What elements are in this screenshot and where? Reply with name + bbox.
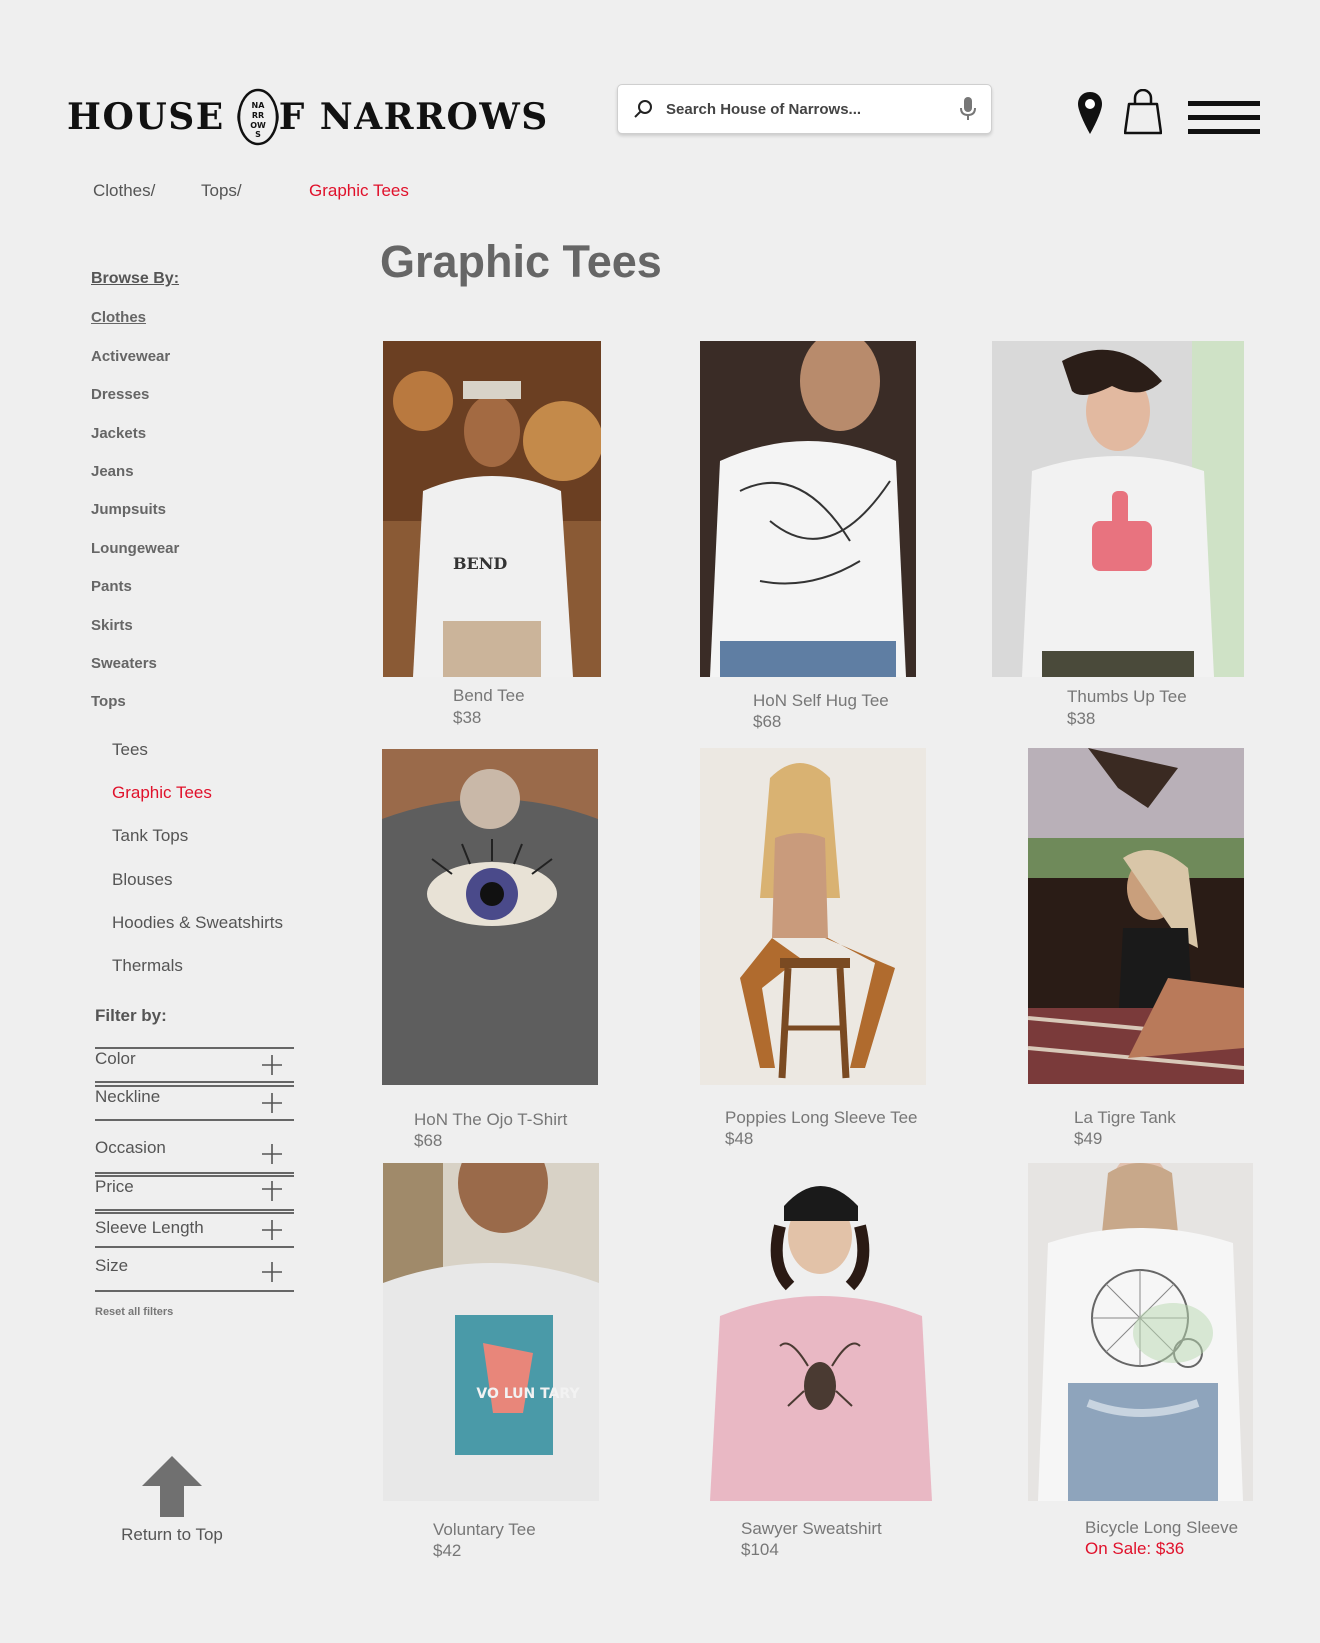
filter-size[interactable]: Size — [95, 1256, 294, 1292]
product-image-poppies-long-sleeve-tee[interactable] — [700, 748, 926, 1085]
product-name[interactable]: Voluntary Tee — [433, 1520, 536, 1540]
product-name[interactable]: HoN The Ojo T-Shirt — [414, 1110, 567, 1130]
filter-label: Neckline — [95, 1087, 161, 1106]
product-price: $68 — [753, 712, 782, 731]
product-name[interactable]: Poppies Long Sleeve Tee — [725, 1108, 918, 1128]
filter-label: Occasion — [95, 1138, 166, 1157]
logo-word-right: F NARROWS — [278, 96, 549, 138]
filter-label: Sleeve Length — [95, 1218, 204, 1237]
sidebar-subitem-hoodies[interactable]: Hoodies & Sweatshirts — [112, 913, 283, 933]
plus-icon[interactable] — [260, 1091, 284, 1120]
product-name[interactable]: Bend Tee — [453, 686, 525, 706]
sidebar-item-activewear[interactable]: Activewear — [91, 348, 170, 365]
product-graphic-text: BEND — [453, 554, 507, 573]
product-image-la-tigre-tank[interactable] — [1028, 748, 1244, 1084]
breadcrumb-clothes[interactable]: Clothes/ — [93, 181, 155, 201]
sidebar-item-clothes[interactable]: Clothes — [91, 309, 146, 326]
filter-label: Size — [95, 1256, 129, 1275]
search-bar[interactable] — [617, 84, 992, 134]
sidebar-item-skirts[interactable]: Skirts — [91, 617, 133, 634]
breadcrumb-tops[interactable]: Tops/ — [201, 181, 242, 201]
browse-by-label: Browse By: — [91, 270, 180, 287]
plus-icon[interactable] — [260, 1218, 284, 1247]
product-name[interactable]: La Tigre Tank — [1074, 1108, 1176, 1128]
shopping-bag-icon[interactable] — [1123, 88, 1163, 140]
product-price: $49 — [1074, 1129, 1103, 1148]
filter-by-label: Filter by: — [95, 1006, 167, 1025]
sidebar-item-jeans[interactable]: Jeans — [91, 463, 134, 480]
filter-color[interactable]: Color — [95, 1047, 294, 1083]
brand-logo[interactable]: HOUSE NA RR OW S F NARROWS — [67, 84, 549, 150]
filter-label: Price — [95, 1177, 134, 1196]
plus-icon[interactable] — [260, 1142, 284, 1171]
filter-label: Color — [95, 1049, 136, 1068]
product-price-sale: On Sale: $36 — [1085, 1539, 1185, 1558]
product-image-bicycle-long-sleeve[interactable] — [1028, 1163, 1253, 1501]
page-title: Graphic Tees — [380, 236, 662, 287]
sidebar-item-loungewear[interactable]: Loungewear — [91, 540, 179, 557]
plus-icon[interactable] — [260, 1181, 284, 1210]
product-price: $68 — [414, 1131, 443, 1150]
reset-filters-link[interactable]: Reset all filters — [95, 1306, 173, 1318]
sidebar-item-pants[interactable]: Pants — [91, 578, 132, 595]
sidebar-subitem-thermals[interactable]: Thermals — [112, 956, 183, 976]
up-arrow-icon — [141, 1456, 203, 1522]
sidebar-item-dresses[interactable]: Dresses — [91, 386, 149, 403]
plus-icon[interactable] — [260, 1260, 284, 1289]
sidebar-item-jackets[interactable]: Jackets — [91, 425, 146, 442]
product-price: $48 — [725, 1129, 754, 1148]
product-price: $42 — [433, 1541, 462, 1560]
sidebar-item-sweaters[interactable]: Sweaters — [91, 655, 157, 672]
filter-price[interactable]: Price — [95, 1175, 294, 1211]
product-image-ojo-tshirt[interactable] — [382, 749, 598, 1085]
product-name[interactable]: HoN Self Hug Tee — [753, 691, 889, 711]
sidebar-subitem-blouses[interactable]: Blouses — [112, 870, 172, 890]
product-price: $38 — [453, 708, 482, 727]
return-to-top-button[interactable]: Return to Top — [117, 1454, 227, 1545]
product-price: $104 — [741, 1540, 779, 1559]
location-pin-icon[interactable] — [1077, 91, 1103, 140]
search-input[interactable] — [666, 95, 946, 123]
return-to-top-label: Return to Top — [121, 1525, 223, 1544]
product-image-self-hug-tee[interactable] — [700, 341, 916, 677]
product-name[interactable]: Bicycle Long Sleeve — [1085, 1518, 1238, 1538]
product-name[interactable]: Sawyer Sweatshirt — [741, 1519, 882, 1539]
logo-emblem-icon: NA RR OW S — [235, 86, 281, 148]
svg-text:RR: RR — [252, 111, 264, 120]
microphone-icon[interactable] — [959, 96, 977, 127]
sidebar-subitem-graphic-tees[interactable]: Graphic Tees — [112, 783, 212, 803]
filter-occasion[interactable]: Occasion — [95, 1138, 294, 1174]
filter-sleeve-length[interactable]: Sleeve Length — [95, 1212, 294, 1248]
product-price: $38 — [1067, 709, 1096, 728]
sidebar-item-jumpsuits[interactable]: Jumpsuits — [91, 501, 166, 518]
plus-icon[interactable] — [260, 1053, 284, 1082]
product-image-voluntary-tee[interactable]: VO LUN TARY — [383, 1163, 599, 1501]
svg-text:NA: NA — [251, 101, 265, 110]
product-graphic-text: VO LUN TARY — [476, 1386, 580, 1402]
product-image-bend-tee[interactable]: BEND — [383, 341, 601, 677]
product-image-sawyer-sweatshirt[interactable] — [700, 1166, 943, 1501]
sidebar-subitem-tees[interactable]: Tees — [112, 740, 148, 760]
logo-word-left: HOUSE — [67, 96, 225, 138]
breadcrumb-graphic-tees[interactable]: Graphic Tees — [309, 181, 409, 201]
filter-neckline[interactable]: Neckline — [95, 1085, 294, 1121]
svg-text:OW: OW — [250, 121, 266, 130]
sidebar-item-tops[interactable]: Tops — [91, 693, 126, 710]
svg-text:S: S — [255, 130, 261, 139]
search-icon — [632, 98, 654, 125]
sidebar-subitem-tank-tops[interactable]: Tank Tops — [112, 826, 188, 846]
product-name[interactable]: Thumbs Up Tee — [1067, 687, 1187, 707]
product-image-thumbs-up-tee[interactable] — [992, 341, 1244, 677]
hamburger-menu-icon[interactable] — [1188, 101, 1260, 139]
